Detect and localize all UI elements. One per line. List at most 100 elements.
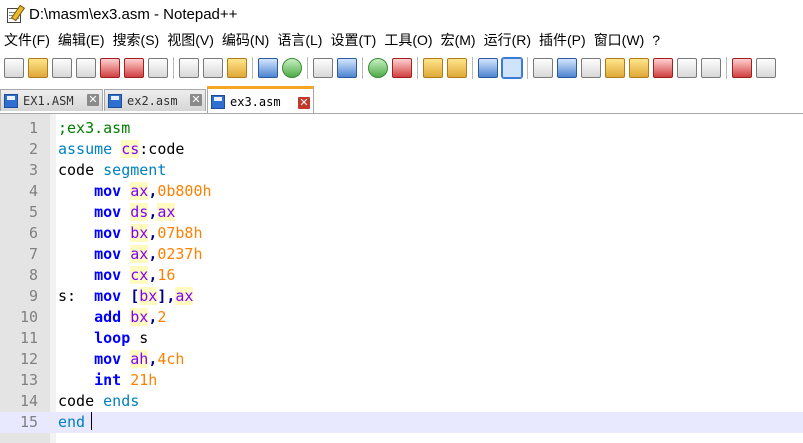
code-line[interactable]: 9 s: mov [bx],ax: [0, 286, 803, 307]
undo-icon[interactable]: [258, 58, 278, 78]
close-icon[interactable]: [100, 58, 120, 78]
zoom-out-icon[interactable]: [392, 58, 412, 78]
sync-v-icon[interactable]: [423, 58, 443, 78]
new-file-icon[interactable]: [4, 58, 24, 78]
toolbar-separator: [726, 57, 727, 79]
menu-item-10[interactable]: 插件(P): [535, 29, 590, 51]
code-token: s:: [58, 287, 95, 305]
code-line[interactable]: 3 code segment: [0, 160, 803, 181]
toolbar-separator: [417, 57, 418, 79]
code-token: code: [58, 392, 104, 410]
code-text: s: mov [bx],ax: [58, 286, 194, 307]
tab-ex1-asm[interactable]: EX1.ASM ✕: [0, 89, 103, 111]
close-all-icon[interactable]: [124, 58, 144, 78]
menu-item-7[interactable]: 工具(O): [380, 29, 436, 51]
menu-item-5[interactable]: 语言(L): [273, 29, 326, 51]
cut-icon[interactable]: [179, 58, 199, 78]
line-number: 13: [19, 371, 38, 389]
menu-item-9[interactable]: 运行(R): [480, 29, 535, 51]
code-line[interactable]: 13 int 21h: [0, 370, 803, 391]
menu-item-6[interactable]: 设置(T): [326, 29, 380, 51]
code-line[interactable]: 14 code ends: [0, 391, 803, 412]
close-icon[interactable]: ✕: [298, 97, 310, 109]
code-token: mov: [94, 224, 122, 242]
line-number: 6: [28, 224, 38, 242]
code-line[interactable]: 7 mov ax,0237h: [0, 244, 803, 265]
menu-item-11[interactable]: 窗口(W): [590, 29, 649, 51]
line-number: 9: [28, 287, 38, 305]
code-line[interactable]: 2 assume cs:code: [0, 139, 803, 160]
menu-item-4[interactable]: 编码(N): [218, 29, 273, 51]
code-line[interactable]: 1 ;ex3.asm: [0, 118, 803, 139]
new-file-icon[interactable]: [732, 58, 752, 78]
tab-ex3-asm[interactable]: ex3.asm ✕: [207, 86, 314, 114]
code-token: assume: [58, 140, 113, 158]
tab-ex2-asm[interactable]: ex2.asm ✕: [104, 89, 206, 111]
code-line[interactable]: 11 loop s: [0, 328, 803, 349]
code-token: ,: [148, 245, 158, 263]
editor-area[interactable]: 1 ;ex3.asm 2 assume cs:code 3 code segment 4 m…: [0, 114, 803, 443]
code-token: ends: [103, 392, 140, 410]
indent-guide-icon[interactable]: [533, 58, 553, 78]
menu-item-0[interactable]: 文件(F): [0, 29, 54, 51]
code-line[interactable]: 10 add bx,2: [0, 307, 803, 328]
menu-item-8[interactable]: 宏(M): [437, 29, 480, 51]
code-token: [: [130, 287, 140, 305]
line-number: 14: [19, 392, 38, 410]
print-icon[interactable]: [148, 58, 168, 78]
close-icon[interactable]: ✕: [190, 94, 202, 106]
stop-macro-icon[interactable]: [701, 58, 721, 78]
function-list-icon[interactable]: [581, 58, 601, 78]
code-token: mov: [94, 203, 122, 221]
code-text: end: [58, 412, 85, 433]
code-line[interactable]: 12 mov ah,4ch: [0, 349, 803, 370]
open-file-icon[interactable]: [28, 58, 48, 78]
close-icon[interactable]: ✕: [87, 94, 99, 106]
line-number: 12: [19, 350, 38, 368]
open-file-icon[interactable]: [756, 58, 776, 78]
file-saved-icon: [108, 93, 122, 108]
word-wrap-icon[interactable]: [478, 58, 498, 78]
find-icon[interactable]: [313, 58, 333, 78]
code-token: add: [94, 308, 122, 326]
redo-icon[interactable]: [282, 58, 302, 78]
code-token: ,: [148, 203, 158, 221]
show-all-chars-icon[interactable]: [501, 57, 523, 79]
code-line[interactable]: 8 mov cx,16: [0, 265, 803, 286]
paste-icon[interactable]: [227, 58, 247, 78]
code-text: int 21h: [58, 370, 157, 391]
menu-item-3[interactable]: 视图(V): [163, 29, 218, 51]
monitor-icon[interactable]: [653, 58, 673, 78]
window-title: D:\masm\ex3.asm - Notepad++: [29, 5, 238, 23]
record-macro-icon[interactable]: [677, 58, 697, 78]
doc-list-icon[interactable]: [629, 58, 649, 78]
code-token: ax: [157, 203, 176, 221]
zoom-in-icon[interactable]: [368, 58, 388, 78]
code-line[interactable]: 15 end: [0, 412, 803, 433]
menu-item-2[interactable]: 搜索(S): [109, 29, 164, 51]
code-line[interactable]: 6 mov bx,07b8h: [0, 223, 803, 244]
copy-icon[interactable]: [203, 58, 223, 78]
save-icon[interactable]: [52, 58, 72, 78]
code-line[interactable]: 5 mov ds,ax: [0, 202, 803, 223]
code-line[interactable]: 4 mov ax,0b800h: [0, 181, 803, 202]
code-token: code: [58, 161, 104, 179]
line-number: 4: [28, 182, 38, 200]
doc-map-icon[interactable]: [557, 58, 577, 78]
line-number: 8: [28, 266, 38, 284]
sync-h-icon[interactable]: [447, 58, 467, 78]
menu-item-1[interactable]: 编辑(E): [54, 29, 109, 51]
text-caret: [91, 412, 92, 430]
menu-item-12[interactable]: ?: [648, 29, 664, 51]
save-all-icon[interactable]: [76, 58, 96, 78]
folder-workspace-icon[interactable]: [605, 58, 625, 78]
replace-icon[interactable]: [337, 58, 357, 78]
